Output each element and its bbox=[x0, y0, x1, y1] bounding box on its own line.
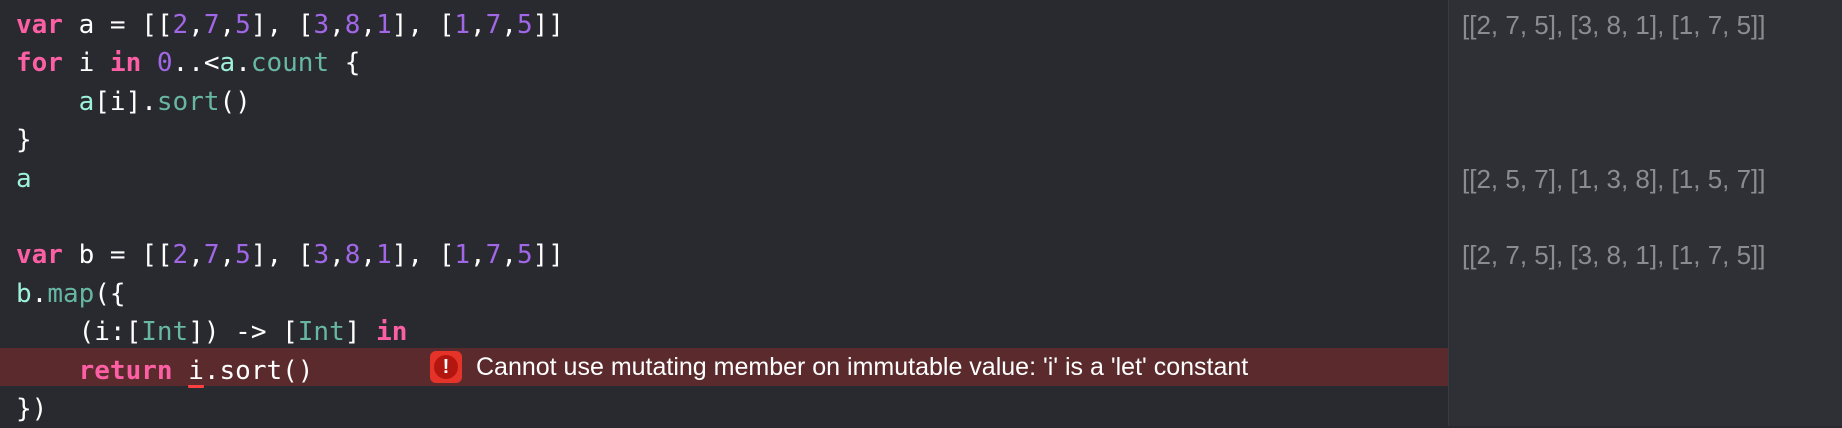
code-token: [i]. bbox=[94, 86, 157, 117]
code-token: var bbox=[16, 10, 63, 40]
code-token: a = [[ bbox=[62, 10, 173, 40]
result-value[interactable]: [[2, 7, 5], [3, 8, 1], [1, 7, 5]] bbox=[1462, 236, 1766, 274]
code-token: , bbox=[188, 10, 204, 40]
exclamation-icon: ! bbox=[430, 351, 462, 383]
code-token: in bbox=[109, 48, 142, 79]
code-token: ]) -> [ bbox=[188, 317, 298, 348]
code-token: Int bbox=[141, 317, 189, 348]
code-token: 5 bbox=[516, 240, 533, 271]
code-token: ..< bbox=[172, 48, 220, 79]
code-token: in bbox=[376, 317, 408, 348]
code-line[interactable]: for i in 0..<a.count { bbox=[16, 44, 360, 82]
code-token: 1 bbox=[376, 10, 392, 40]
playground-window: var a = [[2,7,5], [3,8,1], [1,7,5]] for i… bbox=[0, 0, 1842, 426]
code-line[interactable]: a[i].sort() bbox=[16, 83, 251, 121]
code-token: 7 bbox=[485, 240, 502, 271]
code-token: , bbox=[219, 240, 236, 271]
code-token: 7 bbox=[203, 240, 220, 271]
code-token: a bbox=[219, 48, 236, 79]
code-token: }) bbox=[16, 394, 48, 424]
code-token: ], [ bbox=[391, 10, 455, 40]
code-token: 1 bbox=[376, 240, 392, 271]
code-line[interactable]: }) bbox=[16, 390, 47, 428]
code-token: ({ bbox=[94, 278, 126, 309]
code-token: , bbox=[188, 240, 204, 271]
code-token: 3 bbox=[313, 10, 330, 40]
code-token: } bbox=[16, 125, 32, 156]
code-token: , bbox=[470, 240, 486, 271]
code-token: ], [ bbox=[250, 10, 314, 40]
code-token: ]] bbox=[532, 240, 564, 271]
code-line[interactable]: (i:[Int]) -> [Int] in bbox=[16, 313, 408, 351]
code-token: 7 bbox=[485, 10, 502, 40]
code-token: ] bbox=[344, 317, 377, 348]
code-token: , bbox=[470, 10, 486, 40]
code-token: { bbox=[329, 48, 361, 79]
code-token: 1 bbox=[454, 10, 471, 40]
code-token: a bbox=[16, 163, 32, 194]
code-line[interactable]: b.map({ bbox=[16, 275, 126, 313]
code-token: (i:[ bbox=[16, 317, 142, 348]
code-token: i bbox=[62, 48, 110, 79]
code-token: sort bbox=[156, 86, 220, 117]
code-token: a bbox=[78, 86, 95, 117]
code-token: b = [[ bbox=[62, 240, 173, 271]
code-token: , bbox=[501, 240, 517, 271]
result-value[interactable]: [[2, 7, 5], [3, 8, 1], [1, 7, 5]] bbox=[1462, 6, 1766, 44]
code-token: 5 bbox=[516, 10, 533, 40]
code-line[interactable]: a bbox=[16, 160, 32, 198]
code-token: for bbox=[16, 48, 63, 79]
code-token: 5 bbox=[235, 240, 251, 271]
code-token: , bbox=[360, 240, 377, 271]
code-line[interactable]: } bbox=[16, 121, 32, 159]
code-line[interactable]: var a = [[2,7,5], [3,8,1], [1,7,5]] bbox=[16, 6, 564, 44]
code-line[interactable]: var b = [[2,7,5], [3,8,1], [1,7,5]] bbox=[16, 236, 564, 274]
code-token: , bbox=[329, 240, 345, 271]
code-token: . bbox=[31, 278, 48, 309]
code-token: var bbox=[16, 240, 63, 271]
code-token: 8 bbox=[344, 240, 361, 271]
code-token: 1 bbox=[454, 240, 471, 271]
code-token: 8 bbox=[344, 10, 361, 40]
code-token: , bbox=[219, 10, 236, 40]
code-token: , bbox=[501, 10, 517, 40]
code-token: () bbox=[219, 86, 251, 117]
code-token: , bbox=[360, 10, 377, 40]
code-token: 3 bbox=[313, 240, 330, 271]
code-token: b bbox=[16, 278, 32, 309]
code-token: .sort() bbox=[203, 355, 314, 386]
results-sidebar bbox=[1448, 0, 1842, 426]
code-token: count bbox=[250, 48, 330, 79]
code-token: Int bbox=[297, 317, 345, 348]
code-token: 5 bbox=[235, 10, 251, 40]
code-token: . bbox=[235, 48, 251, 79]
code-token: ], [ bbox=[391, 240, 455, 271]
code-token: return bbox=[78, 355, 173, 386]
code-token: ]] bbox=[532, 10, 564, 40]
code-token: 2 bbox=[172, 10, 189, 40]
result-value[interactable]: [[2, 5, 7], [1, 3, 8], [1, 5, 7]] bbox=[1462, 160, 1766, 198]
code-token: 2 bbox=[172, 240, 189, 271]
error-annotation[interactable]: ! Cannot use mutating member on immutabl… bbox=[430, 348, 1248, 386]
code-token: map bbox=[47, 278, 95, 309]
code-token: 0 bbox=[156, 48, 173, 79]
code-token: , bbox=[329, 10, 345, 40]
code-line[interactable]: return i.sort() bbox=[16, 352, 314, 390]
code-token: 7 bbox=[203, 10, 220, 40]
code-token: ], [ bbox=[250, 240, 314, 271]
error-message: Cannot use mutating member on immutable … bbox=[476, 352, 1249, 381]
code-token: i bbox=[188, 355, 204, 386]
code-editor[interactable]: var a = [[2,7,5], [3,8,1], [1,7,5]] for i… bbox=[0, 0, 1448, 426]
